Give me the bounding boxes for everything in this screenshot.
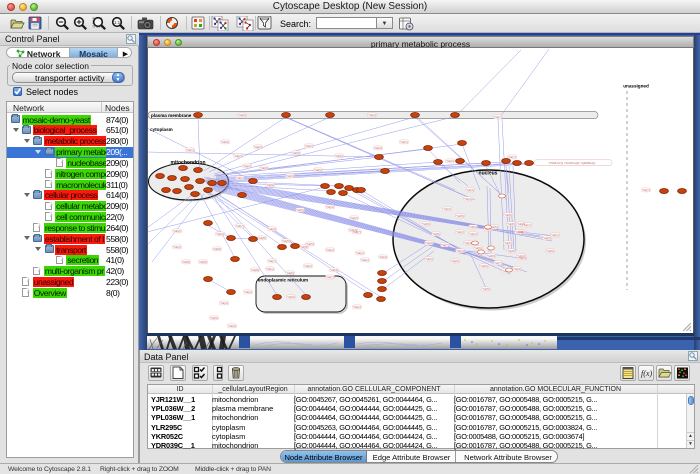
svg-text:Yol(8): Yol(8)	[487, 254, 495, 258]
svg-text:Yol(2): Yol(2)	[243, 164, 251, 168]
svg-text:Yol(7): Yol(7)	[494, 261, 502, 265]
svg-text:Yol(6): Yol(6)	[451, 259, 459, 263]
svg-text:Yol(2): Yol(2)	[173, 229, 181, 233]
svg-text:Yol(9): Yol(9)	[213, 247, 221, 251]
svg-text:Yol(2): Yol(2)	[469, 232, 477, 236]
svg-text:Yol(9): Yol(9)	[425, 241, 433, 245]
svg-text:Yol(9): Yol(9)	[422, 222, 430, 226]
svg-text:Yol(1): Yol(1)	[400, 140, 408, 144]
svg-text:Yol(3): Yol(3)	[368, 113, 376, 117]
svg-text:Yol(2): Yol(2)	[456, 230, 464, 234]
svg-text:Yol(8): Yol(8)	[258, 236, 266, 240]
svg-text:mitochondrion: mitochondrion	[171, 160, 206, 166]
svg-text:Yol(7): Yol(7)	[441, 243, 449, 247]
svg-text:plasma membrane: plasma membrane	[151, 113, 192, 118]
svg-text:Yol(7): Yol(7)	[494, 115, 502, 119]
svg-text:Yol(5): Yol(5)	[292, 151, 300, 155]
svg-text:Yol(6): Yol(6)	[238, 113, 246, 117]
svg-text:Yol(8): Yol(8)	[432, 232, 440, 236]
svg-text:Yol(6): Yol(6)	[474, 246, 482, 250]
svg-text:Yol(3): Yol(3)	[268, 227, 276, 231]
svg-text:Yol(7): Yol(7)	[508, 155, 516, 159]
svg-text:Yol(1): Yol(1)	[244, 290, 252, 294]
svg-text:Yol(6): Yol(6)	[199, 260, 207, 264]
svg-text:Yol(6): Yol(6)	[515, 230, 523, 234]
svg-text:Yol(6): Yol(6)	[296, 208, 304, 212]
svg-text:Yol(4): Yol(4)	[326, 205, 334, 209]
svg-text:Yhl047c(1) Ybr037w(2) Ygl255w(: Yhl047c(1) Ybr037w(2) Ygl255w(1)	[549, 161, 596, 165]
svg-text:Yol(2): Yol(2)	[517, 254, 525, 258]
svg-text:Yol(2): Yol(2)	[446, 159, 454, 163]
svg-text:Yol(6): Yol(6)	[480, 264, 488, 268]
svg-text:Yol(9): Yol(9)	[266, 183, 274, 187]
svg-text:Yol(6): Yol(6)	[282, 239, 290, 243]
svg-text:Yol(9): Yol(9)	[210, 316, 218, 320]
svg-text:Yol(7): Yol(7)	[523, 223, 531, 227]
svg-text:Yol(9): Yol(9)	[314, 168, 322, 172]
svg-text:Yol(1): Yol(1)	[551, 233, 559, 237]
svg-text:Yol(9): Yol(9)	[286, 271, 294, 275]
svg-text:Yol(6): Yol(6)	[335, 154, 343, 158]
svg-text:f(x): f(x)	[641, 369, 652, 378]
svg-text:Yol(3): Yol(3)	[456, 249, 464, 253]
svg-text:Yol(8): Yol(8)	[504, 213, 512, 217]
svg-text:Yol(7): Yol(7)	[236, 224, 244, 228]
svg-text:Yol(9): Yol(9)	[260, 166, 268, 170]
svg-text:Yol(4): Yol(4)	[464, 197, 472, 201]
svg-text:Yol(1): Yol(1)	[236, 176, 244, 180]
svg-text:Yol(1): Yol(1)	[356, 251, 364, 255]
svg-text:1:1: 1:1	[114, 20, 121, 25]
svg-text:Yol(6): Yol(6)	[425, 257, 433, 261]
svg-text:Yol(4): Yol(4)	[374, 146, 382, 150]
svg-text:Yol(4): Yol(4)	[349, 228, 357, 232]
svg-text:Yol(7): Yol(7)	[326, 275, 334, 279]
svg-text:Yol(1): Yol(1)	[266, 267, 274, 271]
svg-text:Yol(5): Yol(5)	[287, 295, 295, 299]
svg-text:Yol(2): Yol(2)	[173, 245, 181, 249]
svg-text:Yol(4): Yol(4)	[220, 301, 228, 305]
svg-text:Yol(8): Yol(8)	[546, 249, 554, 253]
svg-text:Yol(4): Yol(4)	[330, 268, 338, 272]
svg-text:Yol(2): Yol(2)	[350, 216, 358, 220]
svg-text:Yol(4): Yol(4)	[379, 255, 387, 259]
svg-text:Yol(2): Yol(2)	[326, 248, 334, 252]
svg-text:Yol(8): Yol(8)	[251, 268, 259, 272]
svg-text:Yol(5): Yol(5)	[482, 287, 490, 291]
svg-text:Yol(2): Yol(2)	[304, 264, 312, 268]
svg-text:nucleus: nucleus	[479, 171, 498, 177]
svg-text:Yol(2): Yol(2)	[443, 207, 451, 211]
svg-text:Yol(7): Yol(7)	[642, 188, 650, 192]
svg-text:Yol(3): Yol(3)	[464, 241, 472, 245]
svg-text:Yol(3): Yol(3)	[286, 174, 294, 178]
svg-text:Yol(9): Yol(9)	[221, 140, 229, 144]
svg-text:Yol(5): Yol(5)	[543, 236, 551, 240]
svg-text:Yol(1): Yol(1)	[186, 148, 194, 152]
svg-text:Yol(9): Yol(9)	[513, 267, 521, 271]
svg-text:Yol(6): Yol(6)	[469, 225, 477, 229]
svg-text:Yol(7): Yol(7)	[268, 259, 276, 263]
svg-text:Yol(3): Yol(3)	[228, 324, 236, 328]
svg-text:endoplasmic reticulum: endoplasmic reticulum	[258, 278, 308, 283]
svg-text:Yol(5): Yol(5)	[456, 214, 464, 218]
svg-text:Yol(2): Yol(2)	[254, 145, 262, 149]
svg-text:Yol(8): Yol(8)	[182, 260, 190, 264]
svg-text:Yol(8): Yol(8)	[507, 222, 515, 226]
svg-text:Yol(1): Yol(1)	[361, 258, 369, 262]
svg-text:Yol(1): Yol(1)	[353, 305, 361, 309]
svg-text:unassigned: unassigned	[623, 84, 649, 89]
svg-text:Yol(5): Yol(5)	[306, 242, 314, 246]
svg-text:Yol(5): Yol(5)	[504, 241, 512, 245]
svg-text:Yol(2): Yol(2)	[305, 144, 313, 148]
svg-text:Yol(2): Yol(2)	[234, 154, 242, 158]
svg-text:Yol(8): Yol(8)	[507, 249, 515, 253]
svg-text:Yol(3): Yol(3)	[466, 188, 474, 192]
svg-text:Yol(4): Yol(4)	[216, 232, 224, 236]
